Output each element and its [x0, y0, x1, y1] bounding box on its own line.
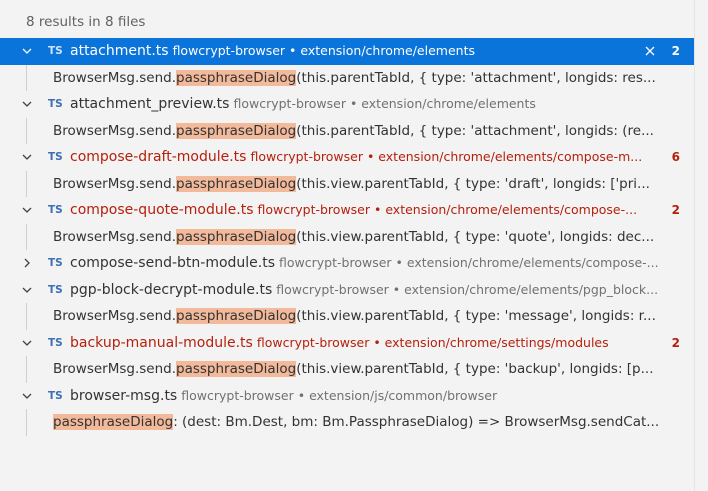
file-name: browser-msg.ts [70, 387, 178, 404]
file-name: attachment_preview.ts [70, 96, 230, 112]
match-count-badge: 2 [671, 203, 680, 217]
file-label: attachment_preview.ts flowcrypt-browser •… [70, 91, 664, 118]
chevron-down-icon[interactable] [20, 144, 34, 171]
match-suffix: (this.view.parentTabId, { type: 'draft',… [296, 175, 650, 192]
match-text: BrowserMsg.send.passphraseDialog(this.vi… [53, 224, 680, 251]
indent-guide [26, 170, 27, 197]
match-text: passphraseDialog: (dest: Bm.Dest, bm: Bm… [53, 409, 680, 436]
file-path: flowcrypt-browser • extension/js/common/… [181, 387, 498, 403]
file-result-row[interactable]: TS backup-manual-module.ts flowcrypt-brows… [0, 330, 694, 357]
match-suffix: (this.parentTabId, { type: 'attachment',… [296, 122, 654, 139]
match-prefix: BrowserMsg.send. [53, 69, 177, 86]
match-suffix: (this.view.parentTabId, { type: 'backup'… [296, 361, 654, 377]
results-tree: TS attachment.ts flowcrypt-browser • exten… [0, 38, 694, 436]
file-result-row[interactable]: TS compose-quote-module.ts flowcrypt-brows… [0, 197, 694, 224]
match-highlight: passphraseDialog [53, 414, 174, 430]
indent-guide [26, 223, 27, 250]
indent-guide [26, 117, 27, 144]
chevron-down-icon[interactable] [20, 38, 34, 65]
file-path: flowcrypt-browser • extension/chrome/set… [256, 334, 609, 350]
file-result-row[interactable]: TS attachment_preview.ts flowcrypt-browser… [0, 91, 694, 118]
close-icon[interactable] [642, 38, 658, 65]
match-prefix: BrowserMsg.send. [53, 361, 177, 377]
match-highlight: passphraseDialog [176, 69, 297, 86]
match-suffix: : (dest: Bm.Dest, bm: Bm.PassphraseDialo… [173, 414, 660, 430]
typescript-file-icon: TS [48, 336, 63, 349]
match-suffix: (this.view.parentTabId, { type: 'quote',… [296, 228, 655, 245]
match-highlight: passphraseDialog [176, 228, 297, 245]
match-result-row[interactable]: BrowserMsg.send.passphraseDialog(this.vi… [0, 170, 694, 198]
match-result-row[interactable]: BrowserMsg.send.passphraseDialog(this.vi… [0, 303, 694, 330]
match-prefix: BrowserMsg.send. [53, 122, 177, 139]
match-result-row[interactable]: BrowserMsg.send.passphraseDialog(this.pa… [0, 64, 694, 92]
match-highlight: passphraseDialog [176, 122, 297, 139]
chevron-right-icon[interactable] [20, 250, 34, 277]
match-result-row[interactable]: BrowserMsg.send.passphraseDialog(this.vi… [0, 356, 694, 383]
match-highlight: passphraseDialog [176, 175, 297, 192]
file-label: backup-manual-module.ts flowcrypt-browser… [70, 330, 664, 357]
file-result-row[interactable]: TS browser-msg.ts flowcrypt-browser • exte… [0, 383, 694, 410]
indent-guide [26, 409, 27, 436]
match-highlight: passphraseDialog [176, 308, 297, 324]
chevron-down-icon[interactable] [20, 383, 34, 410]
search-results-panel: 8 results in 8 files TS attachment.ts flow… [0, 0, 694, 491]
file-name: compose-send-btn-module.ts [70, 255, 276, 271]
scrollbar[interactable] [694, 0, 708, 491]
file-name: backup-manual-module.ts [70, 334, 253, 351]
file-name: pgp-block-decrypt-module.ts [70, 281, 273, 298]
file-name: compose-draft-module.ts [70, 149, 247, 165]
typescript-file-icon: TS [48, 204, 63, 216]
typescript-file-icon: TS [48, 151, 63, 163]
match-text: BrowserMsg.send.passphraseDialog(this.pa… [53, 65, 680, 92]
chevron-down-icon[interactable] [20, 277, 34, 304]
results-summary: 8 results in 8 files [26, 14, 146, 30]
match-text: BrowserMsg.send.passphraseDialog(this.vi… [53, 356, 680, 383]
file-label: attachment.ts flowcrypt-browser • extensi… [70, 38, 664, 65]
file-result-row[interactable]: TS pgp-block-decrypt-module.ts flowcrypt-b… [0, 277, 694, 304]
typescript-file-icon: TS [48, 283, 63, 296]
file-path: flowcrypt-browser • extension/chrome/ele… [276, 281, 659, 297]
file-path: flowcrypt-browser • extension/chrome/ele… [279, 255, 659, 270]
match-count-badge: 2 [671, 335, 680, 350]
match-result-row[interactable]: BrowserMsg.send.passphraseDialog(this.vi… [0, 223, 694, 251]
indent-guide [26, 64, 27, 91]
match-result-row[interactable]: BrowserMsg.send.passphraseDialog(this.pa… [0, 117, 694, 145]
chevron-down-icon[interactable] [20, 330, 34, 357]
match-text: BrowserMsg.send.passphraseDialog(this.vi… [53, 303, 680, 330]
typescript-file-icon: TS [48, 98, 63, 110]
file-path: flowcrypt-browser • extension/chrome/ele… [233, 96, 536, 111]
file-result-row[interactable]: TS attachment.ts flowcrypt-browser • exten… [0, 38, 694, 65]
file-label: compose-send-btn-module.ts flowcrypt-brow… [70, 250, 664, 277]
typescript-file-icon: TS [48, 257, 63, 269]
match-result-row[interactable]: passphraseDialog: (dest: Bm.Dest, bm: Bm… [0, 409, 694, 436]
match-prefix: BrowserMsg.send. [53, 308, 177, 324]
file-label: pgp-block-decrypt-module.ts flowcrypt-bro… [70, 277, 664, 304]
chevron-down-icon[interactable] [20, 197, 34, 224]
file-path: flowcrypt-browser • extension/chrome/ele… [250, 149, 643, 164]
match-suffix: (this.view.parentTabId, { type: 'message… [296, 308, 656, 324]
match-prefix: BrowserMsg.send. [53, 175, 177, 192]
file-label: browser-msg.ts flowcrypt-browser • extens… [70, 383, 664, 410]
file-result-row[interactable]: TS compose-draft-module.ts flowcrypt-brows… [0, 144, 694, 171]
typescript-file-icon: TS [48, 389, 63, 402]
match-count-badge: 6 [671, 150, 680, 164]
file-name: compose-quote-module.ts [70, 202, 254, 218]
typescript-file-icon: TS [48, 45, 63, 57]
chevron-down-icon[interactable] [20, 91, 34, 118]
match-prefix: BrowserMsg.send. [53, 228, 177, 245]
file-label: compose-quote-module.ts flowcrypt-browser… [70, 197, 664, 224]
match-suffix: (this.parentTabId, { type: 'attachment',… [296, 69, 656, 86]
match-highlight: passphraseDialog [176, 361, 297, 377]
match-text: BrowserMsg.send.passphraseDialog(this.vi… [53, 171, 680, 198]
file-result-row[interactable]: TS compose-send-btn-module.ts flowcrypt-br… [0, 250, 694, 277]
match-count-badge: 2 [671, 44, 680, 58]
indent-guide [26, 303, 27, 330]
file-label: compose-draft-module.ts flowcrypt-browser… [70, 144, 664, 171]
indent-guide [26, 356, 27, 383]
file-path: flowcrypt-browser • extension/chrome/ele… [172, 43, 475, 58]
file-name: attachment.ts [70, 43, 169, 59]
file-path: flowcrypt-browser • extension/chrome/ele… [257, 202, 638, 217]
match-text: BrowserMsg.send.passphraseDialog(this.pa… [53, 118, 680, 145]
